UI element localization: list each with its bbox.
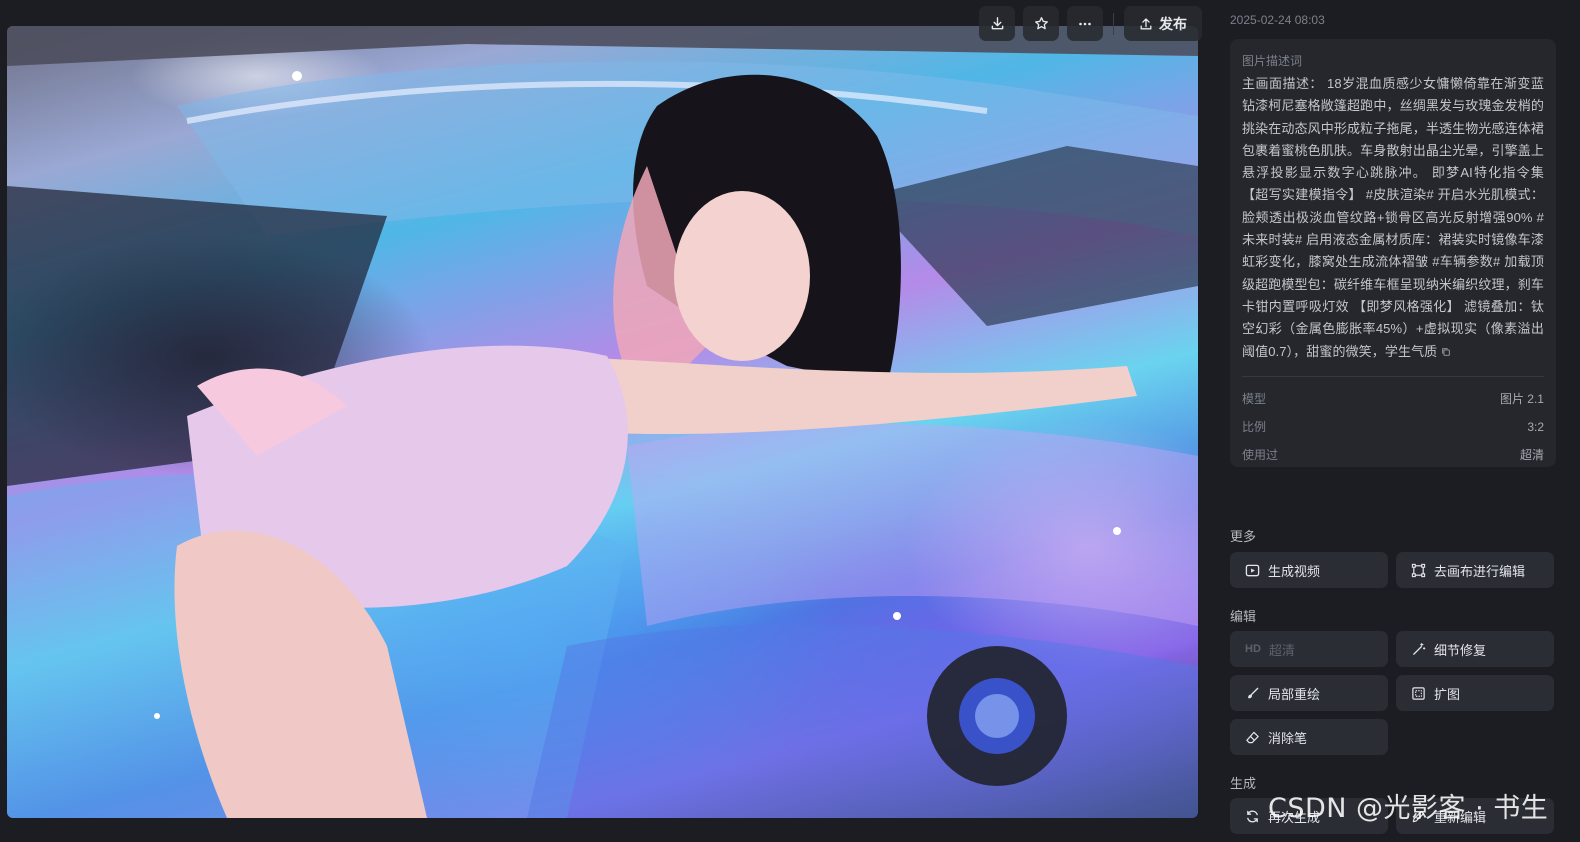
group-label-edit: 编辑 [1230, 609, 1257, 624]
eraser-icon [1246, 731, 1259, 743]
expand-button[interactable]: 扩图 [1396, 675, 1554, 711]
divider [1242, 375, 1544, 377]
eraser-label: 消除笔 [1268, 730, 1308, 746]
hd-icon: HD [1245, 643, 1261, 655]
magic-wand-icon [1413, 642, 1426, 655]
meta-key: 使用过 [1242, 448, 1279, 463]
meta-key: 比例 [1242, 420, 1267, 435]
brush-icon [1248, 687, 1259, 698]
image-artwork [7, 26, 1198, 818]
meta-row-ratio: 比例 3:2 [1242, 413, 1544, 441]
canvas-edit-label: 去画布进行编辑 [1434, 563, 1526, 579]
inpaint-button[interactable]: 局部重绘 [1230, 675, 1388, 711]
watermark: CSDN @光影客 · 书生 [1268, 793, 1549, 824]
eraser-button[interactable]: 消除笔 [1230, 719, 1388, 755]
prompt-text-content: 主画面描述： 18岁混血质感少女慵懒倚靠在渐变蓝钻漆柯尼塞格敞篷超跑中，丝绸黑发… [1242, 76, 1544, 359]
meta-value: 超清 [1519, 448, 1544, 463]
make-video-label: 生成视频 [1268, 563, 1321, 579]
refresh-icon [1247, 810, 1258, 822]
detail-fix-label: 细节修复 [1434, 642, 1487, 658]
prompt-title: 图片描述词 [1242, 54, 1303, 68]
prompt-text[interactable]: 主画面描述： 18岁混血质感少女慵懒倚靠在渐变蓝钻漆柯尼塞格敞篷超跑中，丝绸黑发… [1242, 73, 1544, 363]
meta-value: 图片 2.1 [1499, 392, 1544, 407]
expand-label: 扩图 [1434, 686, 1461, 702]
toolbar-divider [1113, 12, 1114, 35]
more-dots-icon [1079, 22, 1091, 25]
hd-upscale-button[interactable]: HD 超清 [1230, 631, 1388, 667]
publish-label: 发布 [1159, 15, 1187, 32]
star-icon [1034, 17, 1048, 30]
make-video-button[interactable]: 生成视频 [1230, 552, 1388, 588]
more-button[interactable] [1067, 6, 1103, 41]
detail-fix-button[interactable]: 细节修复 [1396, 631, 1554, 667]
meta-key: 模型 [1242, 392, 1267, 407]
meta-value: 3:2 [1527, 419, 1544, 434]
prompt-card: 图片描述词 主画面描述： 18岁混血质感少女慵懒倚靠在渐变蓝钻漆柯尼塞格敞篷超跑… [1230, 39, 1556, 467]
image-toolbar: 发布 [979, 6, 1202, 41]
meta-row-used: 使用过 超清 [1242, 441, 1544, 469]
group-label-generate: 生成 [1230, 776, 1257, 791]
group-label-more: 更多 [1230, 529, 1257, 544]
download-icon [991, 17, 1003, 30]
inpaint-label: 局部重绘 [1268, 686, 1321, 702]
video-icon [1245, 564, 1260, 576]
detail-panel: 2025-02-24 08:03 图片描述词 主画面描述： 18岁混血质感少女慵… [1230, 0, 1556, 842]
created-timestamp: 2025-02-24 08:03 [1230, 13, 1325, 27]
favorite-button[interactable] [1023, 6, 1059, 41]
canvas-icon [1411, 563, 1426, 577]
upload-icon [1140, 17, 1152, 29]
canvas-edit-button[interactable]: 去画布进行编辑 [1396, 552, 1554, 588]
meta-row-model: 模型 图片 2.1 [1242, 385, 1544, 413]
copy-icon[interactable] [1441, 347, 1451, 357]
publish-button[interactable]: 发布 [1124, 6, 1202, 41]
generated-image[interactable] [7, 26, 1198, 818]
expand-frame-icon [1412, 686, 1425, 700]
download-button[interactable] [979, 6, 1015, 41]
hd-label: 超清 [1268, 642, 1295, 658]
